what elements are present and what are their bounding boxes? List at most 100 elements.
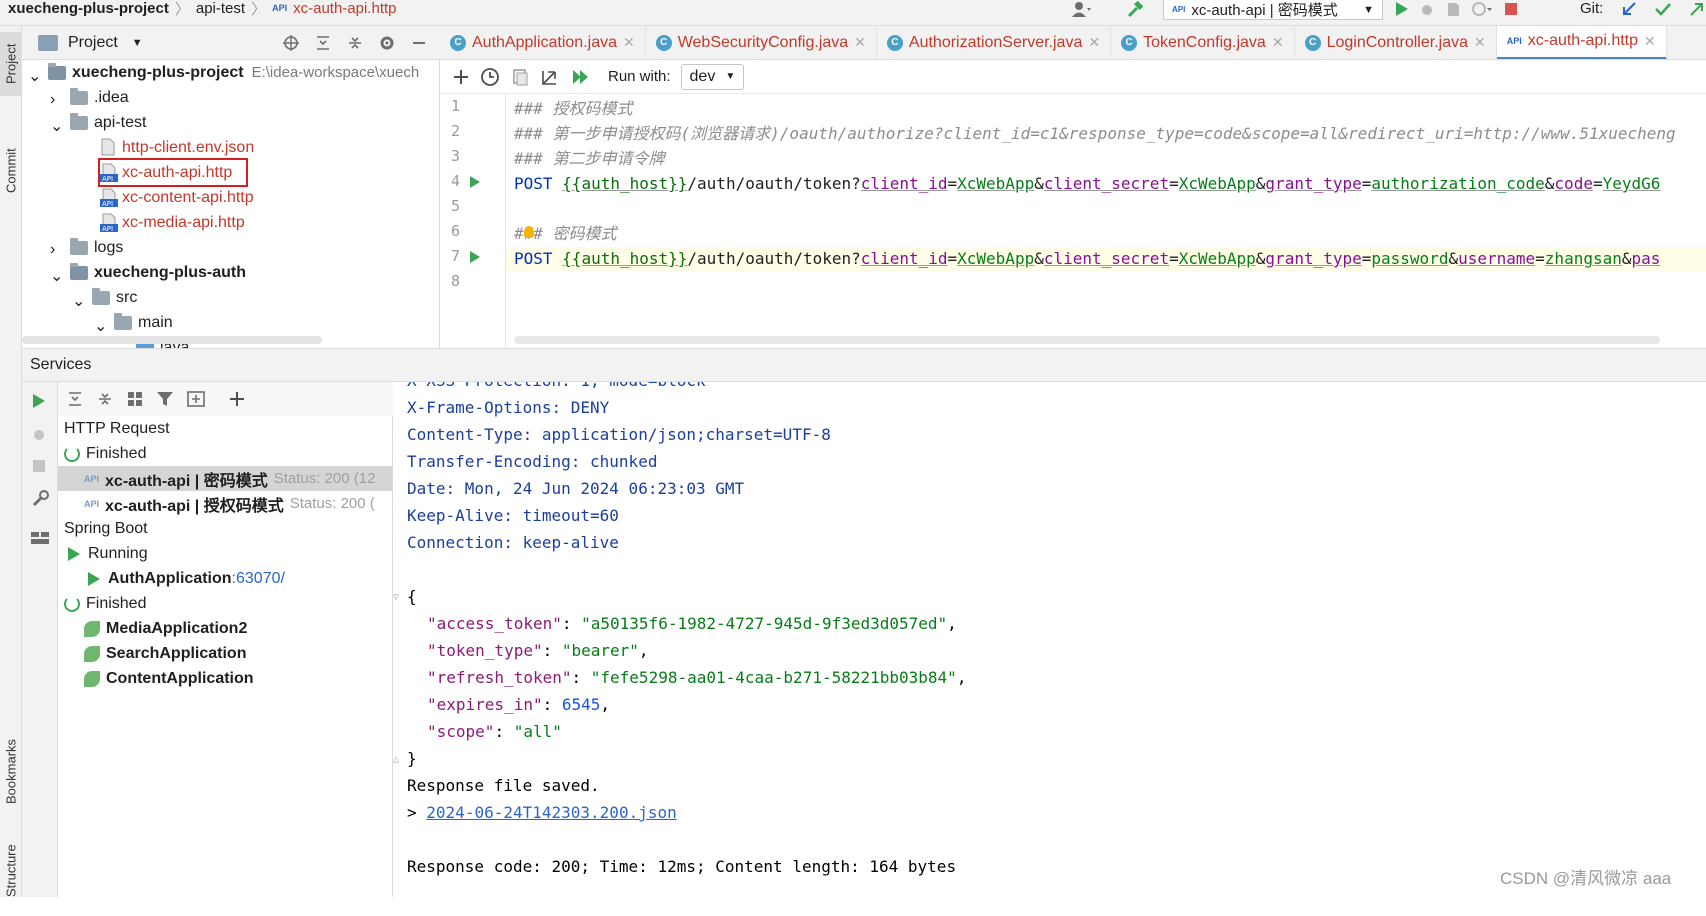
tab-auth-application[interactable]: C AuthApplication.java ✕ — [440, 26, 646, 59]
expand-all-icon[interactable] — [314, 34, 332, 52]
response-output[interactable]: X-XSS-Protection: 1; mode=block X-Frame-… — [393, 382, 1706, 897]
coverage-icon[interactable] — [1445, 0, 1461, 18]
chevron-down-icon[interactable]: ⌄ — [28, 66, 42, 85]
tree-node-http-client-env[interactable]: http-client.env.json — [100, 135, 254, 160]
service-group-http-request[interactable]: HTTP Request — [64, 416, 170, 441]
close-icon[interactable]: ✕ — [623, 34, 635, 51]
tab-authorization-server[interactable]: C AuthorizationServer.java ✕ — [877, 26, 1112, 59]
code-comment: ### 第一步申请授权码(浏览器请求)/oauth/authorize?clie… — [514, 124, 1676, 143]
chevron-right-icon[interactable]: › — [50, 241, 64, 258]
collapse-all-icon[interactable] — [346, 34, 364, 52]
chevron-down-icon[interactable]: ▼ — [132, 37, 143, 49]
horizontal-scrollbar[interactable] — [22, 336, 322, 344]
locate-target-icon[interactable] — [282, 34, 300, 52]
stop-icon[interactable] — [31, 458, 47, 474]
service-group-finished[interactable]: Finished — [64, 441, 146, 466]
debug-icon[interactable] — [1419, 0, 1435, 18]
add-service-icon[interactable] — [228, 390, 246, 408]
fold-icon[interactable]: ▽ — [393, 592, 399, 603]
run-controls — [1393, 0, 1519, 18]
tree-node-logs[interactable]: › logs — [50, 235, 123, 260]
convert-curl-icon[interactable] — [510, 67, 530, 87]
close-icon[interactable]: ✕ — [1644, 33, 1656, 50]
tab-web-security-config[interactable]: C WebSecurityConfig.java ✕ — [646, 26, 877, 59]
layout-icon[interactable] — [30, 530, 50, 546]
service-item-request-authcode[interactable]: API xc-auth-api | 授权码模式 Status: 200 ( — [84, 491, 375, 516]
code-editor[interactable]: ### 授权码模式 ### 第一步申请授权码(浏览器请求)/oauth/auth… — [506, 94, 1706, 348]
breadcrumb-folder[interactable]: api-test — [196, 0, 245, 16]
chevron-right-icon[interactable]: › — [50, 91, 64, 108]
build-hammer-icon[interactable] — [1125, 0, 1145, 20]
service-item-content-application[interactable]: ContentApplication — [84, 666, 254, 691]
examples-icon[interactable] — [540, 67, 560, 87]
service-item-auth-application[interactable]: AuthApplication :63070/ — [88, 566, 285, 591]
run-icon[interactable] — [1393, 0, 1409, 18]
editor-horizontal-scrollbar[interactable] — [514, 336, 1660, 344]
collapse-all-icon[interactable] — [96, 390, 114, 408]
new-tab-icon[interactable] — [186, 390, 206, 408]
chevron-down-icon[interactable]: ⌄ — [50, 116, 64, 135]
chevron-down-icon[interactable]: ⌄ — [72, 291, 86, 310]
chevron-down-icon[interactable]: ⌄ — [50, 266, 64, 285]
structure-tool-tab[interactable]: Structure — [0, 826, 22, 916]
json-value: "a50135f6-1982-4727-945d-9f3ed3d057ed" — [581, 614, 948, 633]
tab-token-config[interactable]: C TokenConfig.java ✕ — [1111, 26, 1295, 59]
hide-panel-icon[interactable] — [410, 34, 428, 52]
breadcrumb-file[interactable]: xc-auth-api.http — [293, 0, 396, 16]
tree-node-idea[interactable]: › .idea — [50, 85, 129, 110]
environment-select[interactable]: dev ▼ — [680, 63, 745, 90]
tree-node-xc-media-api[interactable]: API xc-media-api.http — [100, 210, 245, 235]
bookmarks-tool-tab[interactable]: Bookmarks — [0, 726, 22, 816]
fold-icon[interactable]: △ — [393, 754, 399, 765]
service-item-request-password[interactable]: API xc-auth-api | 密码模式 Status: 200 (12 — [58, 466, 392, 491]
run-configuration-selector[interactable]: API xc-auth-api | 密码模式 ▼ — [1163, 0, 1383, 20]
run-request-icon[interactable] — [470, 176, 480, 188]
git-push-icon[interactable] — [1688, 0, 1706, 18]
expand-all-icon[interactable] — [66, 390, 84, 408]
service-group-finished-apps[interactable]: Finished — [64, 591, 146, 616]
tree-node-api-test[interactable]: ⌄ api-test — [50, 110, 146, 135]
service-group-running[interactable]: Running — [68, 541, 148, 566]
tree-label: HTTP Request — [64, 419, 170, 437]
commit-tool-tab[interactable]: Commit — [0, 136, 22, 206]
tree-node-xc-auth-api[interactable]: API xc-auth-api.http — [97, 158, 249, 187]
tree-node-src[interactable]: ⌄ src — [72, 285, 137, 310]
profile-icon[interactable] — [1471, 0, 1493, 18]
close-icon[interactable]: ✕ — [1272, 34, 1284, 51]
port-link[interactable]: :63070/ — [232, 570, 285, 588]
project-tool-tab[interactable]: Project — [0, 32, 22, 96]
close-icon[interactable]: ✕ — [854, 34, 866, 51]
service-item-media-application[interactable]: MediaApplication2 — [84, 616, 247, 641]
group-by-icon[interactable] — [126, 390, 144, 408]
history-clock-icon[interactable] — [480, 67, 500, 87]
chevron-down-icon[interactable]: ⌄ — [94, 316, 108, 335]
tree-node-xc-content-api[interactable]: API xc-content-api.http — [100, 185, 254, 210]
tree-node-root[interactable]: ⌄ xuecheng-plus-project E:\idea-workspac… — [28, 60, 419, 85]
breadcrumb-project[interactable]: xuecheng-plus-project — [8, 0, 169, 16]
service-group-spring-boot[interactable]: Spring Boot — [64, 516, 148, 541]
response-header: X-XSS-Protection: 1; mode=block — [407, 382, 706, 394]
filter-icon[interactable] — [156, 390, 174, 408]
close-icon[interactable]: ✕ — [1088, 34, 1100, 51]
tree-node-main[interactable]: ⌄ main — [94, 310, 173, 335]
run-request-icon[interactable] — [470, 251, 480, 263]
git-commit-icon[interactable] — [1654, 0, 1672, 18]
run-icon[interactable] — [31, 392, 47, 410]
add-request-icon[interactable] — [452, 68, 470, 86]
lightbulb-icon[interactable] — [524, 226, 534, 238]
gear-icon[interactable] — [378, 34, 396, 52]
tree-node-auth-module[interactable]: ⌄ xuecheng-plus-auth — [50, 260, 246, 285]
stop-icon[interactable] — [1503, 0, 1519, 18]
project-panel-title[interactable]: Project — [68, 34, 118, 52]
service-item-search-application[interactable]: SearchApplication — [84, 641, 246, 666]
git-actions — [1620, 0, 1706, 18]
git-update-icon[interactable] — [1620, 0, 1638, 18]
response-file-link[interactable]: 2024-06-24T142303.200.json — [426, 803, 676, 822]
run-all-icon[interactable] — [570, 67, 592, 87]
close-icon[interactable]: ✕ — [1474, 34, 1486, 51]
debug-icon[interactable] — [31, 426, 47, 442]
wrench-icon[interactable] — [31, 490, 49, 508]
tab-xc-auth-api[interactable]: API xc-auth-api.http ✕ — [1496, 26, 1667, 59]
user-menu[interactable] — [1070, 0, 1092, 18]
tab-login-controller[interactable]: C LoginController.java ✕ — [1295, 26, 1497, 59]
